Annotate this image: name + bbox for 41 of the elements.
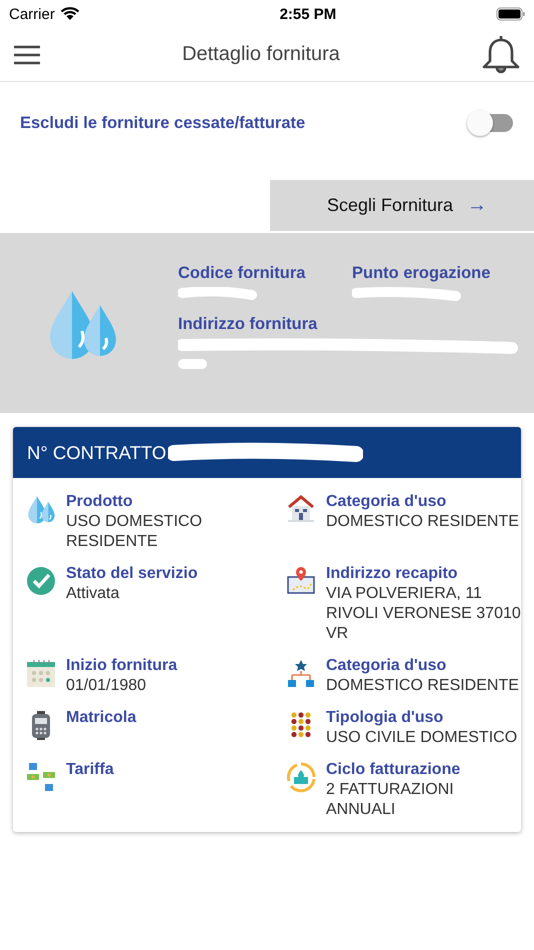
detail-label: Stato del servizio [66,564,199,584]
detail-label: Matricola [66,708,138,728]
filter-label: Escludi le forniture cessate/fatturate [20,114,306,132]
detail-label: Inizio fornitura [66,656,178,676]
detail-label: Ciclo fatturazione [326,760,462,780]
detail-label: Indirizzo recapito [326,564,459,584]
detail-value: 2 FATTURAZIONI ANNUALI [326,780,455,820]
detail-value: DOMESTICO RESIDENTE [326,676,520,696]
detail-label: Categoria d'uso [326,656,448,676]
billing-cycle-icon [285,761,317,793]
menu-icon [13,44,41,64]
detail-label: Prodotto [66,492,134,512]
contract-number-label: N° CONTRATTO [27,442,166,464]
map-pin-icon [285,565,317,597]
money-exchange-icon [25,761,57,793]
detail-label: Categoria d'uso [326,492,448,512]
clock-time: 2:55 PM [280,6,336,22]
choose-supply-button[interactable]: Scegli Fornitura → [270,180,534,231]
field-label: Punto erogazione [352,264,492,283]
wifi-icon [60,7,80,21]
detail-value: VIA POLVERIERA, 11 RIVOLI VERONESE 37010 VR [326,584,522,644]
detail-value: USO CIVILE DOMESTICO [326,728,518,748]
bell-icon [481,34,521,76]
calendar-icon [25,657,57,689]
detail-value: DOMESTICO RESIDENTE [326,512,520,532]
detail-value: USO DOMESTICO RESIDENTE [66,512,204,552]
detail-label: Tariffa [66,760,115,780]
page-title: Dettaglio fornitura [182,43,340,66]
notifications-button[interactable] [481,34,521,76]
redaction-mark [178,358,208,370]
arrow-icon: → [467,194,488,217]
field-label: Indirizzo fornitura [178,315,318,334]
detail-value: 01/01/1980 [66,676,148,696]
detail-value: Attivata [66,584,120,604]
house-icon [285,493,317,525]
menu-button[interactable] [13,44,41,64]
detail-label: Tipologia d'uso [326,708,444,728]
battery-icon [496,7,526,21]
check-circle-icon [25,565,57,597]
field-label: Codice fornitura [178,264,306,283]
carrier-label: Carrier [9,6,55,22]
